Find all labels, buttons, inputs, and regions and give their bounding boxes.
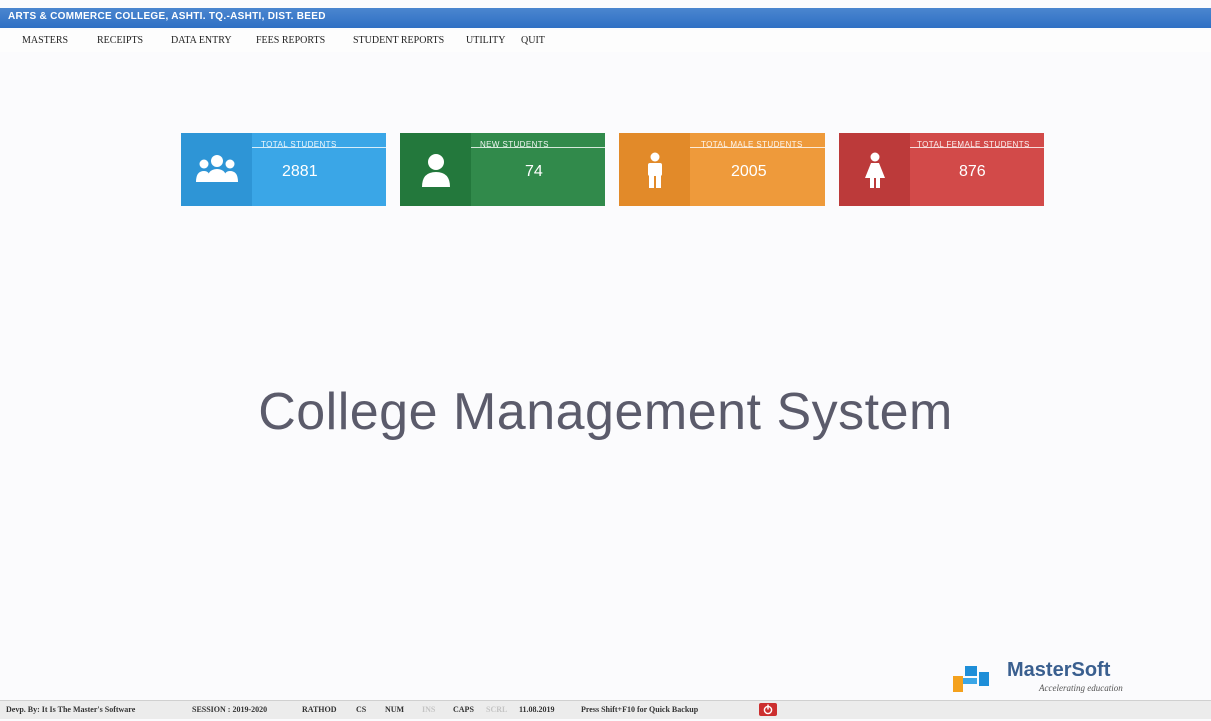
tile-divider xyxy=(471,147,605,148)
male-icon-box xyxy=(619,133,690,206)
tile-divider xyxy=(910,147,1044,148)
students-group-icon-box xyxy=(181,133,252,206)
students-group-icon xyxy=(195,154,238,182)
menu-quit[interactable]: QUIT xyxy=(521,35,545,46)
tile-divider xyxy=(252,147,386,148)
status-scrl: SCRL xyxy=(486,705,508,714)
tile-value: 2881 xyxy=(282,163,318,180)
menu-utility[interactable]: UTILITY xyxy=(466,35,505,46)
user-icon xyxy=(421,153,450,187)
status-bar: Devp. By: It Is The Master's Software SE… xyxy=(0,700,1211,719)
status-num: NUM xyxy=(385,705,405,714)
status-caps: CAPS xyxy=(453,705,474,714)
status-developer: Devp. By: It Is The Master's Software xyxy=(6,705,136,714)
tile-value: 74 xyxy=(525,163,543,180)
status-ins: INS xyxy=(422,705,436,714)
female-icon xyxy=(864,152,885,188)
status-user: RATHOD xyxy=(302,705,337,714)
status-date: 11.08.2019 xyxy=(519,705,555,714)
logo-brand: MasterSoft xyxy=(1007,659,1111,681)
exit-button[interactable] xyxy=(759,703,777,716)
logo-tagline: Accelerating education xyxy=(1039,683,1123,693)
menu-masters[interactable]: MASTERS xyxy=(22,35,68,46)
menu-fees-reports[interactable]: FEES REPORTS xyxy=(256,35,325,46)
user-icon-box xyxy=(400,133,471,206)
total-students-tile[interactable]: TOTAL STUDENTS 2881 xyxy=(181,133,386,206)
female-icon-box xyxy=(839,133,910,206)
status-hint: Press Shift+F10 for Quick Backup xyxy=(581,705,699,714)
mastersoft-logo: MasterSoft Accelerating education xyxy=(951,658,1171,698)
menu-student-reports[interactable]: STUDENT REPORTS xyxy=(353,35,444,46)
power-icon xyxy=(763,704,773,715)
total-male-students-tile[interactable]: TOTAL MALE STUDENTS 2005 xyxy=(619,133,825,206)
male-icon xyxy=(647,152,662,188)
page-heading: College Management System xyxy=(258,383,953,441)
menu-receipts[interactable]: RECEIPTS xyxy=(97,35,143,46)
mastersoft-logo-icon xyxy=(953,666,989,692)
menu-data-entry[interactable]: DATA ENTRY xyxy=(171,35,232,46)
tile-divider xyxy=(690,147,825,148)
new-students-tile[interactable]: NEW STUDENTS 74 xyxy=(400,133,605,206)
title-bar: ARTS & COMMERCE COLLEGE, ASHTI. TQ.-ASHT… xyxy=(0,8,1211,28)
tile-value: 876 xyxy=(959,163,986,180)
menu-bar: MASTERS RECEIPTS DATA ENTRY FEES REPORTS… xyxy=(0,30,1211,52)
status-session: SESSION : 2019-2020 xyxy=(192,705,268,714)
total-female-students-tile[interactable]: TOTAL FEMALE STUDENTS 876 xyxy=(839,133,1044,206)
status-cs: CS xyxy=(356,705,367,714)
window-title: ARTS & COMMERCE COLLEGE, ASHTI. TQ.-ASHT… xyxy=(8,11,326,22)
tile-value: 2005 xyxy=(731,163,767,180)
